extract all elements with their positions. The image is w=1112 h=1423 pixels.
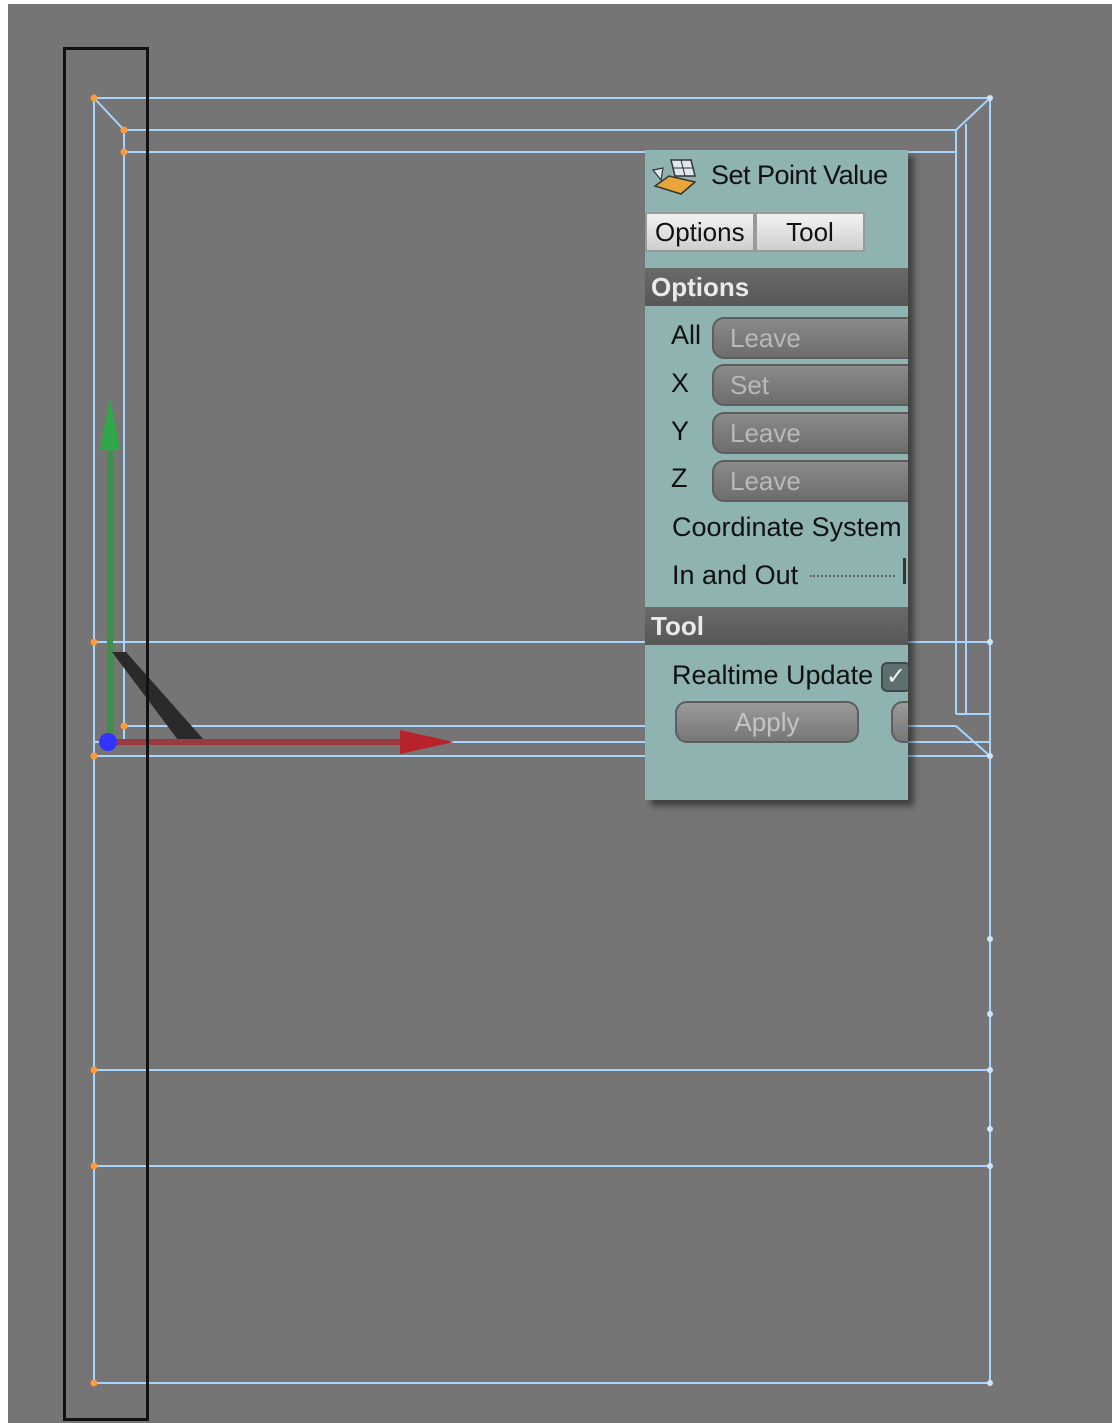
y-label: Y — [671, 416, 690, 446]
y-dropdown[interactable]: Leave — [712, 412, 908, 454]
panel-title-bar[interactable]: Set Point Value — [645, 150, 908, 205]
vertex-point[interactable] — [987, 1011, 993, 1017]
z-dropdown[interactable]: Leave — [712, 460, 908, 502]
panel-tabs: Options Tool — [645, 212, 865, 252]
vertex-point[interactable] — [987, 936, 993, 942]
secondary-button[interactable] — [891, 701, 908, 743]
x-dropdown[interactable]: Set — [712, 364, 908, 406]
in-and-out-control[interactable] — [903, 558, 906, 584]
apply-button[interactable]: Apply — [675, 701, 859, 743]
wireframe-mesh[interactable] — [8, 4, 1112, 1423]
vertex-point[interactable] — [987, 1380, 993, 1386]
tool-section-header[interactable]: Tool — [645, 607, 908, 645]
z-label: Z — [671, 463, 688, 493]
selection-rectangle — [63, 47, 149, 1421]
vertex-point[interactable] — [987, 1126, 993, 1132]
set-point-value-icon — [651, 159, 697, 195]
coordinate-system-label: Coordinate System — [672, 512, 902, 542]
panel-title: Set Point Value — [711, 160, 888, 190]
in-and-out-label: In and Out — [672, 560, 799, 590]
options-section-header[interactable]: Options — [645, 268, 908, 306]
modeler-viewport[interactable] — [8, 4, 1112, 1423]
all-label: All — [671, 320, 702, 350]
x-arrow-icon[interactable] — [400, 730, 454, 754]
set-point-value-panel[interactable]: Set Point Value Options Tool Options All… — [645, 150, 908, 800]
tab-tool[interactable]: Tool — [755, 212, 865, 252]
vertex-point[interactable] — [987, 753, 993, 759]
vertex-point[interactable] — [987, 95, 993, 101]
all-dropdown[interactable]: Leave — [712, 317, 908, 359]
realtime-update-label: Realtime Update — [672, 660, 874, 690]
corner-edge — [955, 97, 991, 131]
vertex-point[interactable] — [987, 1067, 993, 1073]
in-and-out-leader — [810, 575, 895, 577]
vertex-point[interactable] — [987, 1163, 993, 1169]
realtime-update-checkbox[interactable]: ✓ — [881, 662, 908, 692]
x-axis-handle[interactable] — [112, 730, 454, 754]
x-label: X — [671, 368, 690, 398]
vertex-point[interactable] — [987, 639, 993, 645]
tab-options[interactable]: Options — [645, 212, 755, 252]
